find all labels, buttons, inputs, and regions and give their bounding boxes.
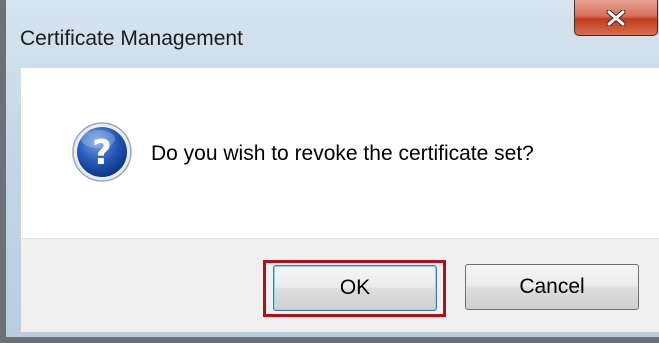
ok-button[interactable]: OK [273,265,437,311]
close-button[interactable] [574,0,658,36]
cancel-button[interactable]: Cancel [465,264,639,310]
question-icon: ? [72,122,132,182]
svg-text:?: ? [92,133,112,173]
title-bar[interactable]: Certificate Management [6,0,659,68]
close-icon [606,9,626,26]
confirmation-message: Do you wish to revoke the certificate se… [151,142,534,165]
dialog-title: Certificate Management [20,27,243,50]
